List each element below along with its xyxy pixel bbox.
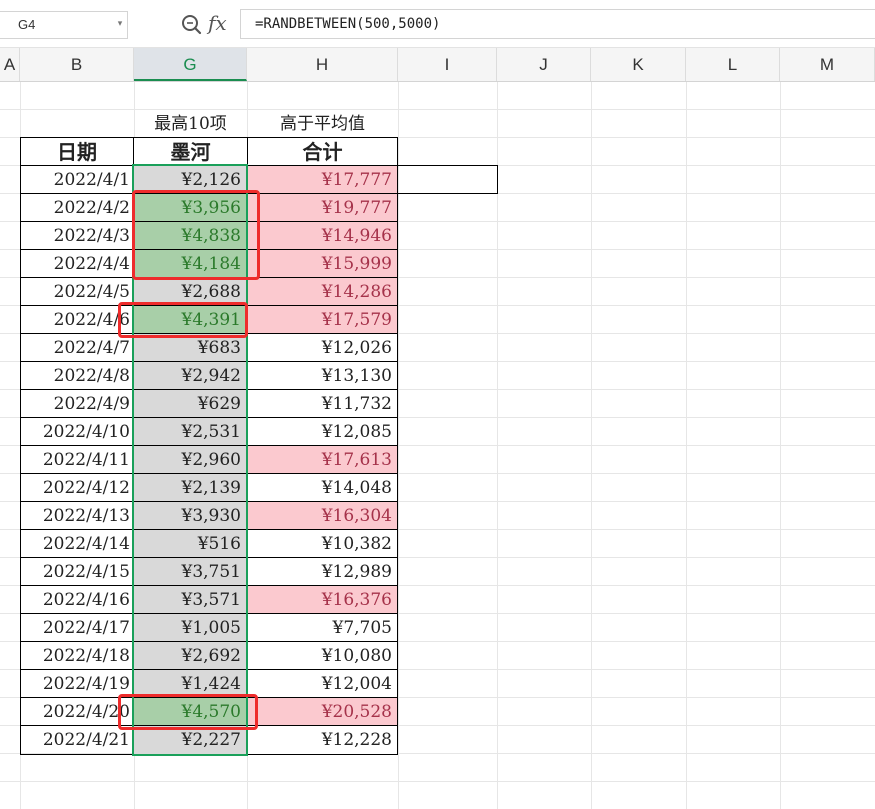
formula-input[interactable]: =RANDBETWEEN(500,5000) [240, 9, 875, 39]
value-cell-h[interactable]: ¥12,228 [247, 726, 398, 754]
date-cell[interactable]: 2022/4/1 [20, 166, 134, 194]
value-cell-h[interactable]: ¥17,579 [247, 306, 398, 334]
table-border [20, 137, 398, 138]
header-h[interactable]: 合计 [247, 138, 398, 166]
annotation-box [118, 302, 248, 338]
value-cell-h[interactable]: ¥14,946 [247, 222, 398, 250]
date-cell[interactable]: 2022/4/2 [20, 194, 134, 222]
value-cell-h[interactable]: ¥12,004 [247, 670, 398, 698]
value-cell-h[interactable]: ¥19,777 [247, 194, 398, 222]
value-cell-h[interactable]: ¥14,286 [247, 278, 398, 306]
date-cell[interactable]: 2022/4/21 [20, 726, 134, 754]
date-cell[interactable]: 2022/4/20 [20, 698, 134, 726]
value-cell-h[interactable]: ¥17,777 [247, 166, 398, 194]
date-cell[interactable]: 2022/4/5 [20, 278, 134, 306]
table-border [397, 137, 398, 755]
column-header-k[interactable]: K [591, 48, 686, 81]
chevron-down-icon[interactable]: ▾ [113, 11, 127, 39]
header-date[interactable]: 日期 [20, 138, 134, 166]
column-header-l[interactable]: L [686, 48, 780, 81]
column-header-bar: ABGHIJKLM [0, 48, 875, 82]
date-cell[interactable]: 2022/4/11 [20, 446, 134, 474]
date-cell[interactable]: 2022/4/3 [20, 222, 134, 250]
value-cell-h[interactable]: ¥11,732 [247, 390, 398, 418]
date-cell[interactable]: 2022/4/17 [20, 614, 134, 642]
value-cell-h[interactable]: ¥16,304 [247, 502, 398, 530]
date-cell[interactable]: 2022/4/16 [20, 586, 134, 614]
sheet-grid[interactable]: 最高10项 高于平均值 日期 墨河 合计 2022/4/1 ¥2,126 ¥17,777 202… [0, 82, 875, 809]
value-cell-h[interactable]: ¥16,376 [247, 586, 398, 614]
value-cell-h[interactable]: ¥14,048 [247, 474, 398, 502]
date-cell[interactable]: 2022/4/19 [20, 670, 134, 698]
caption-h[interactable]: 高于平均值 [247, 110, 398, 138]
fx-icon[interactable]: fx [208, 8, 238, 38]
column-header-a[interactable]: A [0, 48, 20, 81]
column-header-b[interactable]: B [20, 48, 134, 81]
value-cell-h[interactable]: ¥12,085 [247, 418, 398, 446]
date-cell[interactable]: 2022/4/13 [20, 502, 134, 530]
date-cell[interactable]: 2022/4/6 [20, 306, 134, 334]
caption-g[interactable]: 最高10项 [134, 110, 247, 138]
header-g[interactable]: 墨河 [134, 138, 247, 166]
annotation-box [132, 190, 260, 280]
value-cell-h[interactable]: ¥7,705 [247, 614, 398, 642]
column-header-g[interactable]: G [134, 48, 247, 81]
date-cell[interactable]: 2022/4/4 [20, 250, 134, 278]
value-cell-h[interactable]: ¥10,382 [247, 530, 398, 558]
grid-line [0, 109, 875, 110]
column-header-m[interactable]: M [780, 48, 875, 81]
column-header-h[interactable]: H [247, 48, 398, 81]
date-cell[interactable]: 2022/4/9 [20, 390, 134, 418]
cell-outline [397, 165, 498, 194]
date-cell[interactable]: 2022/4/8 [20, 362, 134, 390]
value-cell-h[interactable]: ¥15,999 [247, 250, 398, 278]
date-cell[interactable]: 2022/4/15 [20, 558, 134, 586]
zoom-formula-icon[interactable] [179, 10, 205, 38]
value-cell-h[interactable]: ¥12,026 [247, 334, 398, 362]
date-cell[interactable]: 2022/4/18 [20, 642, 134, 670]
value-cell-h[interactable]: ¥17,613 [247, 446, 398, 474]
column-header-j[interactable]: J [497, 48, 591, 81]
grid-line [0, 781, 875, 782]
table-border [20, 137, 21, 755]
date-cell[interactable]: 2022/4/12 [20, 474, 134, 502]
name-box[interactable]: G4 [0, 11, 128, 39]
column-header-i[interactable]: I [398, 48, 497, 81]
date-cell[interactable]: 2022/4/7 [20, 334, 134, 362]
value-cell-h[interactable]: ¥12,989 [247, 558, 398, 586]
value-cell-h[interactable]: ¥10,080 [247, 642, 398, 670]
annotation-box [118, 694, 258, 730]
date-cell[interactable]: 2022/4/10 [20, 418, 134, 446]
value-cell-h[interactable]: ¥20,528 [247, 698, 398, 726]
value-cell-h[interactable]: ¥13,130 [247, 362, 398, 390]
date-cell[interactable]: 2022/4/14 [20, 530, 134, 558]
